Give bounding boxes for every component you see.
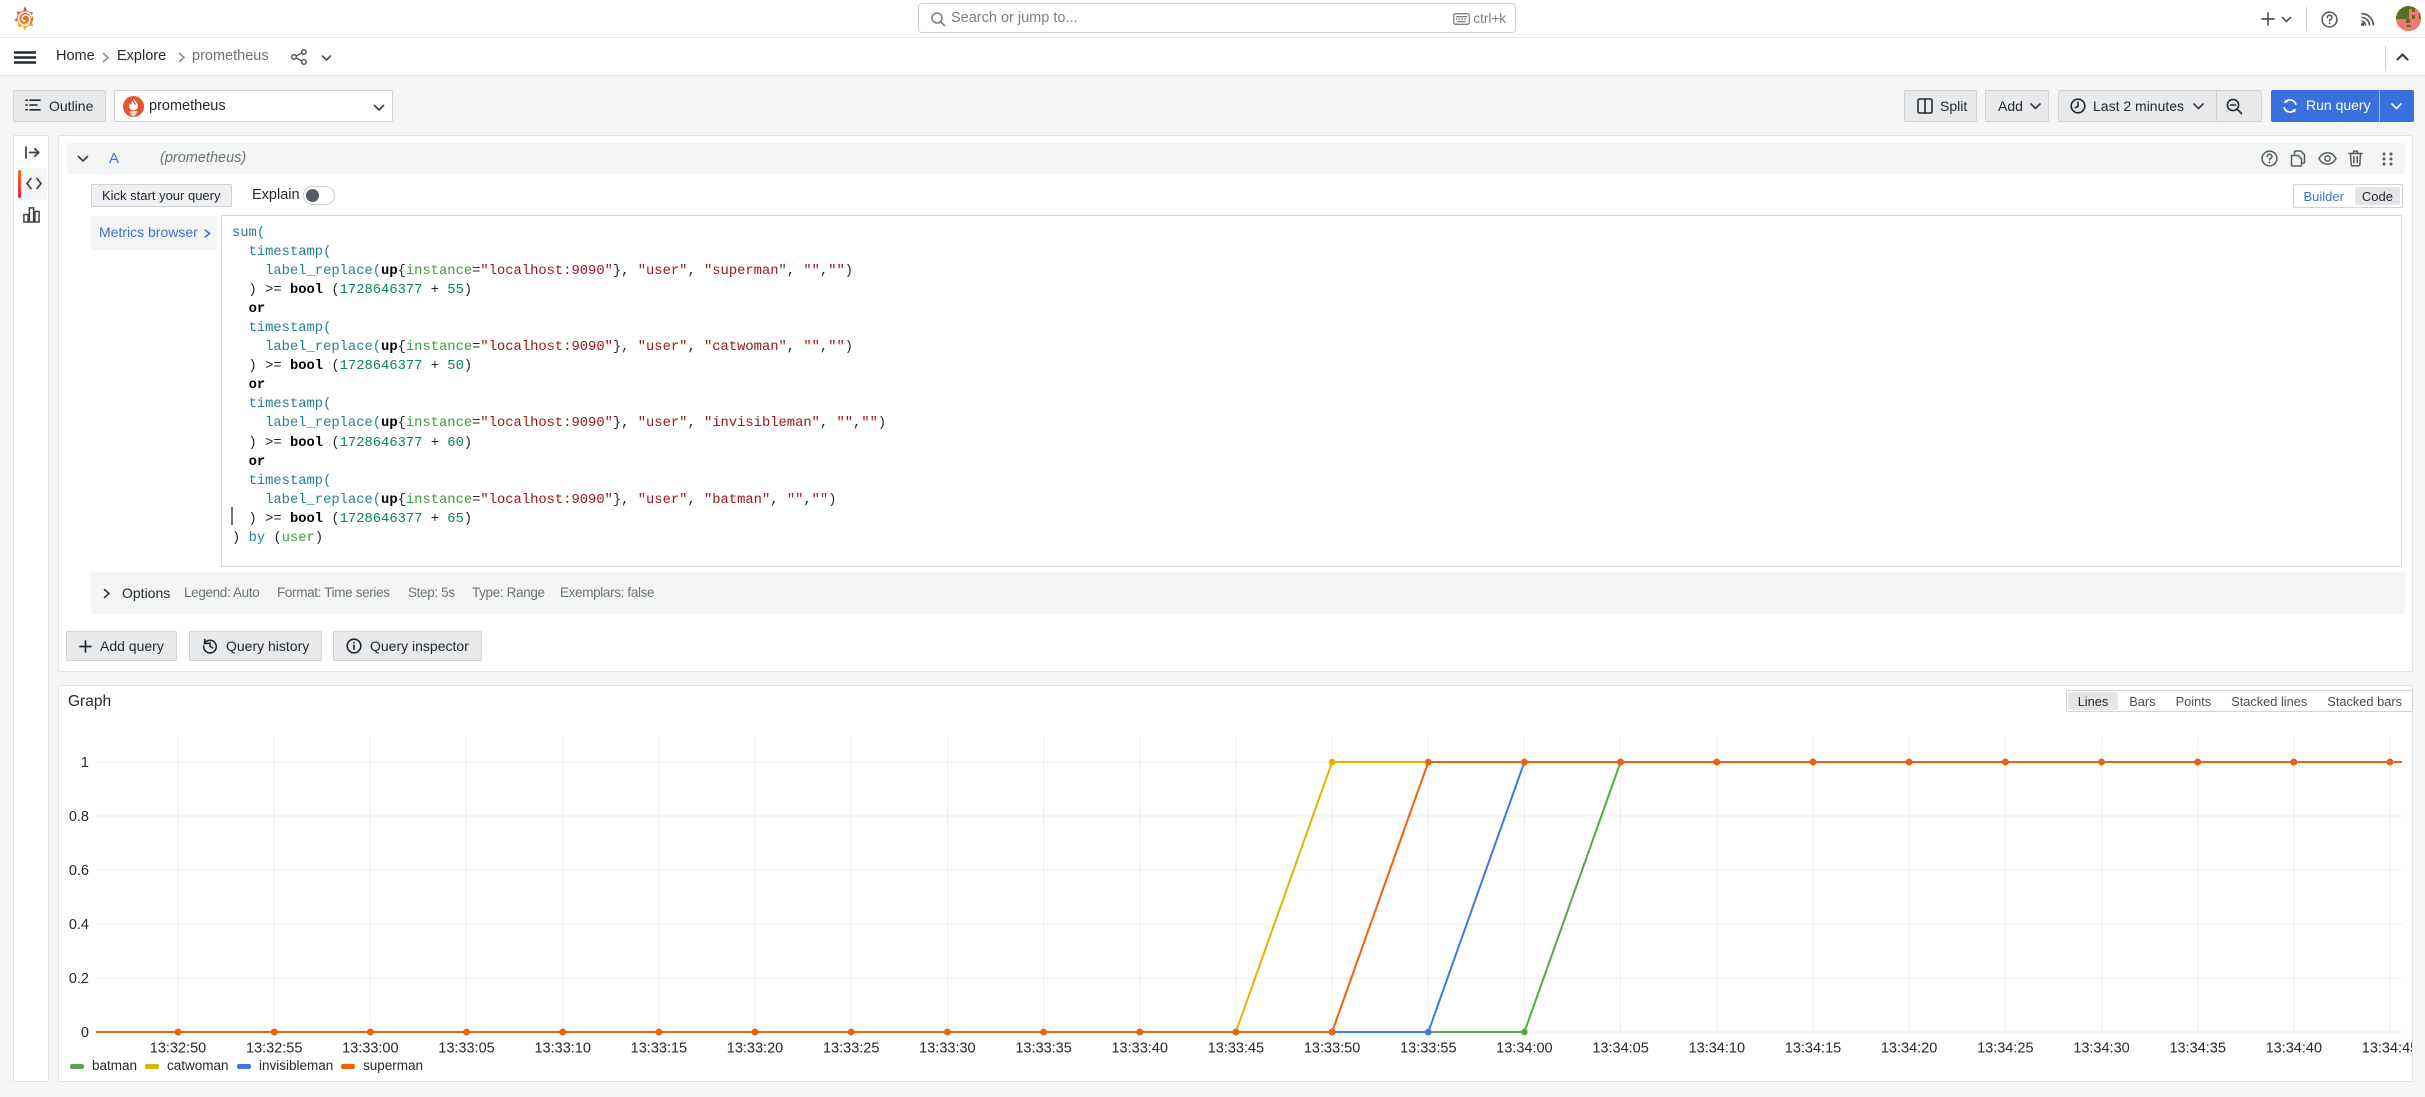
svg-text:13:34:30: 13:34:30 [2073, 1041, 2129, 1057]
svg-text:0.4: 0.4 [69, 917, 89, 933]
svg-text:13:33:15: 13:33:15 [631, 1041, 687, 1057]
svg-text:13:34:10: 13:34:10 [1689, 1041, 1745, 1057]
svg-text:13:34:35: 13:34:35 [2169, 1041, 2225, 1057]
svg-text:13:33:10: 13:33:10 [534, 1041, 590, 1057]
svg-text:13:34:25: 13:34:25 [1977, 1041, 2033, 1057]
svg-text:13:33:25: 13:33:25 [823, 1041, 879, 1057]
svg-text:13:34:45: 13:34:45 [2362, 1041, 2413, 1057]
svg-text:13:33:40: 13:33:40 [1111, 1041, 1167, 1057]
svg-text:0: 0 [81, 1025, 89, 1041]
svg-text:1: 1 [81, 755, 89, 771]
svg-text:13:32:55: 13:32:55 [246, 1041, 302, 1057]
svg-text:13:33:05: 13:33:05 [438, 1041, 494, 1057]
svg-text:13:34:00: 13:34:00 [1496, 1041, 1552, 1057]
svg-text:13:32:50: 13:32:50 [150, 1041, 206, 1057]
svg-text:13:33:35: 13:33:35 [1015, 1041, 1071, 1057]
svg-text:13:34:40: 13:34:40 [2266, 1041, 2322, 1057]
svg-text:13:33:00: 13:33:00 [342, 1041, 398, 1057]
svg-text:13:34:20: 13:34:20 [1881, 1041, 1937, 1057]
svg-text:0.8: 0.8 [69, 809, 89, 825]
svg-text:13:33:45: 13:33:45 [1208, 1041, 1264, 1057]
svg-text:13:33:30: 13:33:30 [919, 1041, 975, 1057]
svg-text:13:34:05: 13:34:05 [1592, 1041, 1648, 1057]
svg-text:13:33:20: 13:33:20 [727, 1041, 783, 1057]
svg-text:0.2: 0.2 [69, 971, 89, 987]
svg-text:13:34:15: 13:34:15 [1785, 1041, 1841, 1057]
svg-text:13:33:55: 13:33:55 [1400, 1041, 1456, 1057]
svg-text:0.6: 0.6 [69, 863, 89, 879]
svg-text:13:33:50: 13:33:50 [1304, 1041, 1360, 1057]
